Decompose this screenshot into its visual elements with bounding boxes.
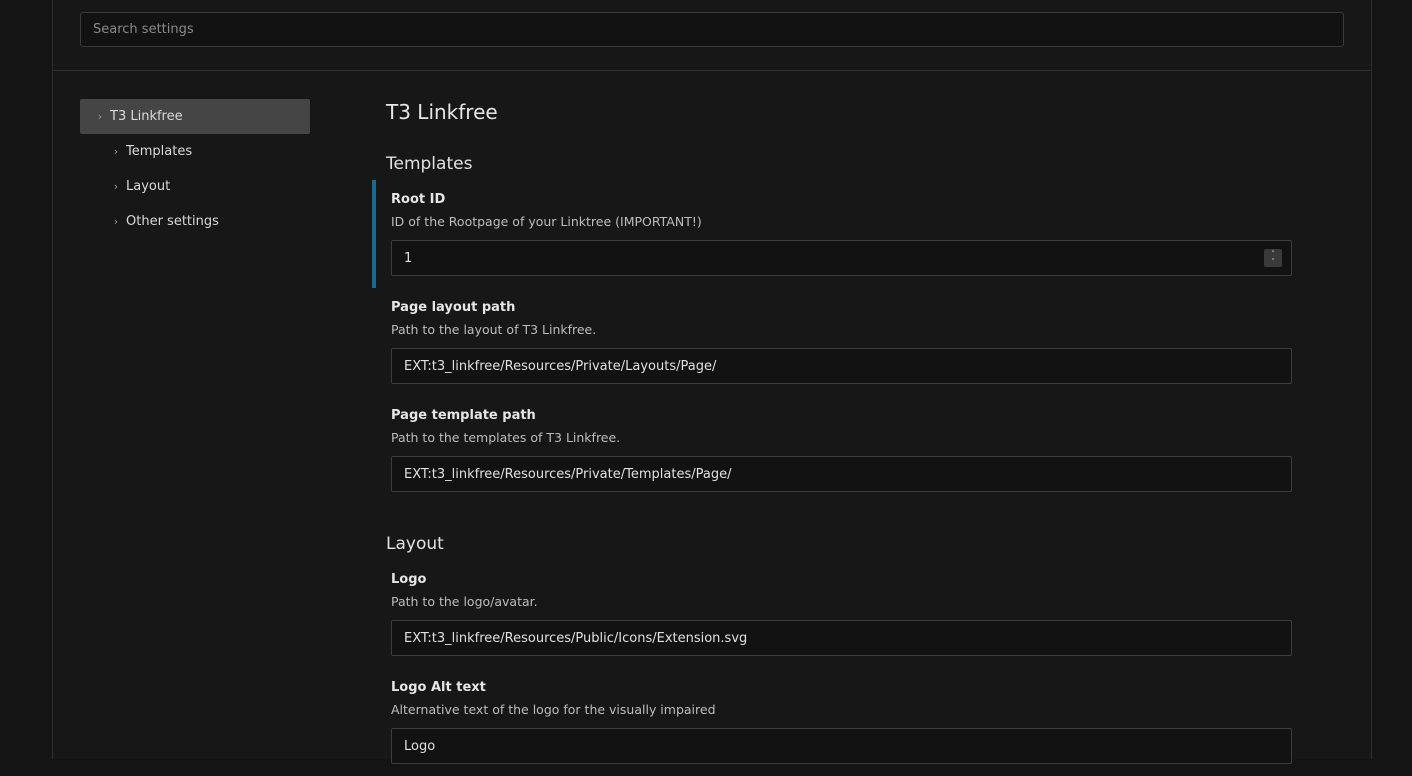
page-layout-path-input[interactable]: [404, 358, 1279, 374]
header-divider: [53, 70, 1371, 71]
page-layout-path-field: [391, 348, 1292, 384]
setting-description: ID of the Rootpage of your Linktree (IMP…: [391, 214, 702, 229]
tree-item-label: Templates: [126, 144, 193, 159]
setting-root-id: Root ID ID of the Rootpage of your Linkt…: [372, 180, 1296, 288]
setting-description: Path to the layout of T3 Linkfree.: [391, 322, 597, 337]
settings-content: T3 Linkfree Templates Root ID ID of the …: [372, 100, 1306, 776]
chevron-right-icon: ›: [113, 180, 119, 193]
root-id-input[interactable]: [404, 250, 1264, 266]
tree-item-label: Layout: [126, 179, 171, 194]
setting-description: Path to the templates of T3 Linkfree.: [391, 430, 621, 445]
settings-panel: › T3 Linkfree › Templates › Layout › Oth…: [52, 0, 1372, 764]
setting-label: Page template path: [391, 408, 536, 423]
tree-item-label: T3 Linkfree: [110, 109, 183, 124]
tree-item-t3-linkfree[interactable]: › T3 Linkfree: [80, 99, 310, 134]
page-title: T3 Linkfree: [386, 100, 498, 124]
tree-item-templates[interactable]: › Templates: [80, 134, 310, 169]
setting-label: Page layout path: [391, 300, 516, 315]
setting-page-template-path: Page template path Path to the templates…: [386, 396, 1296, 504]
setting-label: Logo Alt text: [391, 680, 486, 695]
chevron-right-icon: ›: [97, 110, 103, 123]
logo-field: [391, 620, 1292, 656]
tree-item-layout[interactable]: › Layout: [80, 169, 310, 204]
section-title-layout: Layout: [386, 534, 444, 554]
setting-logo: Logo Path to the logo/avatar.: [386, 560, 1296, 668]
settings-tree: › T3 Linkfree › Templates › Layout › Oth…: [80, 99, 310, 239]
tree-item-label: Other settings: [126, 214, 219, 229]
section-title-templates: Templates: [386, 154, 473, 174]
logo-input[interactable]: [404, 630, 1279, 646]
setting-description: Path to the logo/avatar.: [391, 594, 538, 609]
spinner-icon[interactable]: ˄ ˅: [1264, 249, 1282, 267]
search-input[interactable]: [81, 13, 1343, 46]
setting-page-layout-path: Page layout path Path to the layout of T…: [386, 288, 1296, 396]
root-id-field: ˄˅: [391, 240, 1292, 276]
chevron-right-icon: ›: [113, 215, 119, 228]
chevron-right-icon: ›: [113, 145, 119, 158]
setting-logo-alt-text: Logo Alt text Alternative text of the lo…: [386, 668, 1296, 776]
search-box[interactable]: [80, 12, 1344, 47]
setting-label: Logo: [391, 572, 427, 587]
logo-alt-text-input[interactable]: [404, 738, 1279, 754]
tree-item-other-settings[interactable]: › Other settings: [80, 204, 310, 239]
setting-label: Root ID: [391, 192, 446, 207]
page-template-path-field: [391, 456, 1292, 492]
page-template-path-input[interactable]: [404, 466, 1279, 482]
setting-description: Alternative text of the logo for the vis…: [391, 702, 716, 717]
